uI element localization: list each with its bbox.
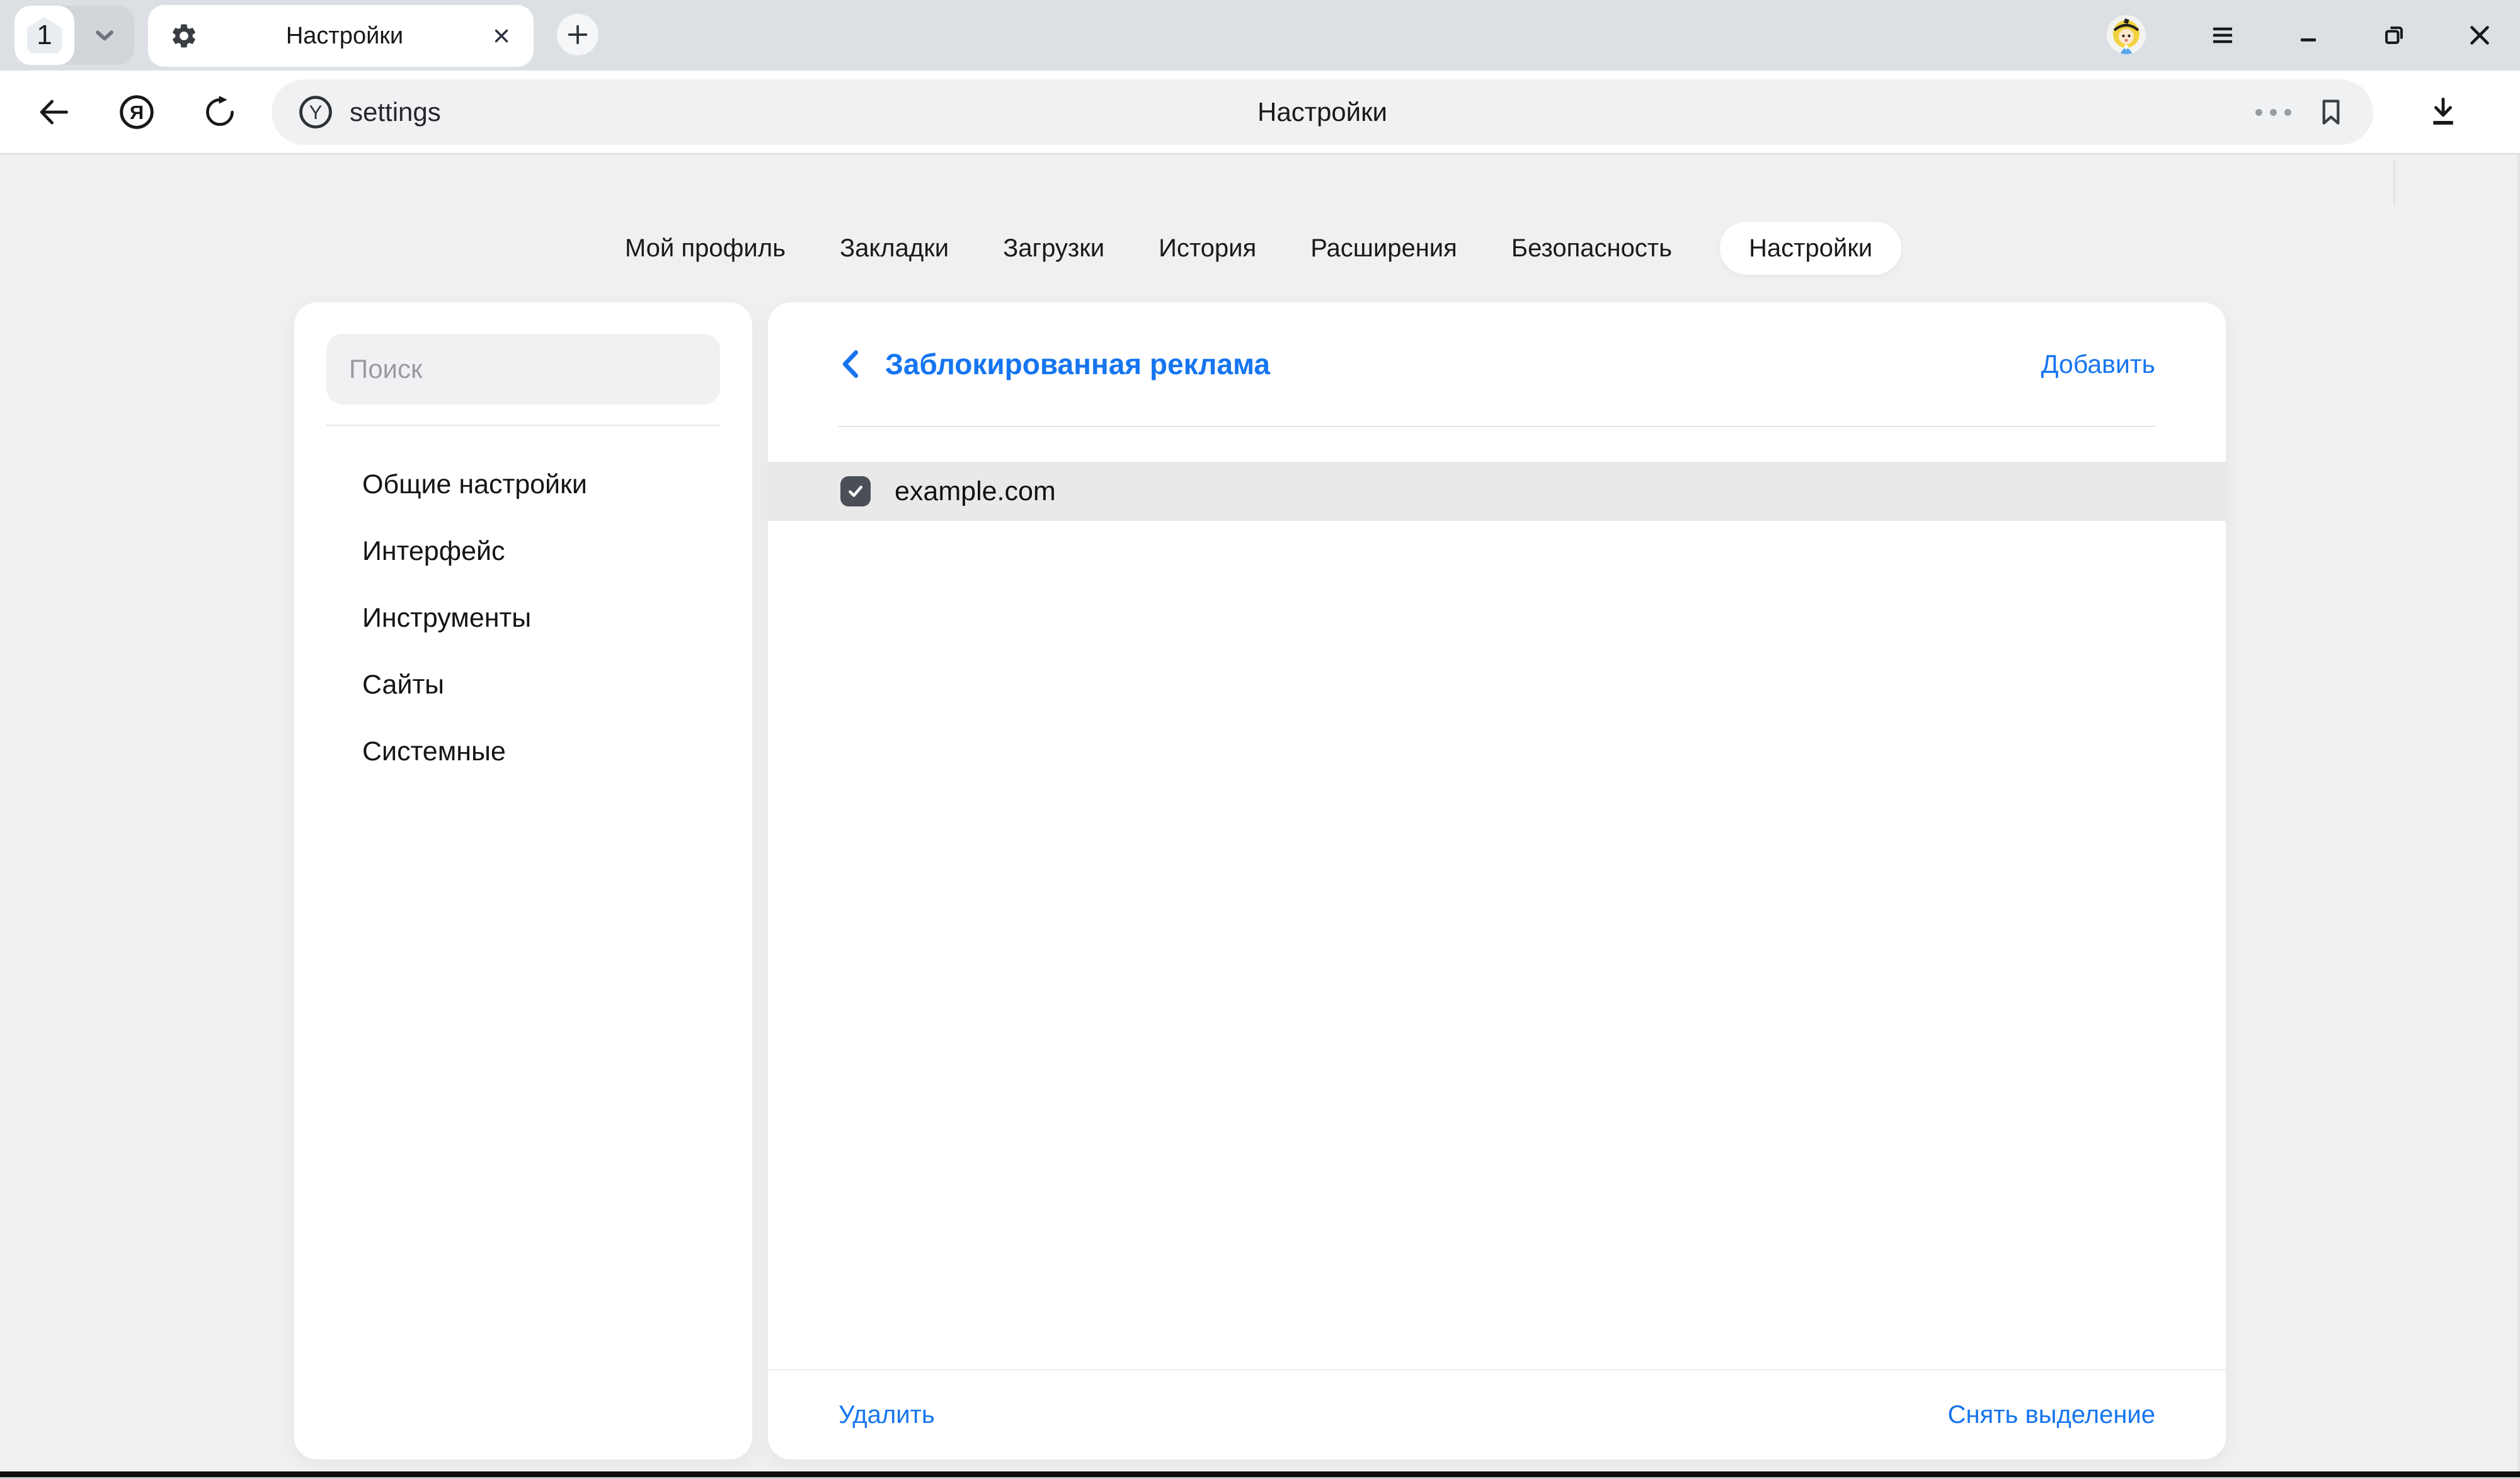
deselect-button[interactable]: Снять выделение [1948, 1401, 2155, 1429]
gear-icon [169, 21, 198, 50]
download-icon [2425, 94, 2461, 130]
tab-title: Настройки [198, 23, 491, 50]
minimize-button[interactable] [2278, 0, 2339, 71]
navigation-toolbar: Я Y settings Настройки [0, 71, 2520, 154]
bookmark-icon [2314, 95, 2348, 129]
tab-list-dropdown-button[interactable] [74, 6, 134, 65]
avatar-image [2107, 15, 2146, 54]
toolbar-divider [2393, 160, 2395, 205]
sidebar-divider [326, 425, 720, 426]
settings-sidebar: Общие настройки Интерфейс Инструменты Са… [294, 302, 752, 1459]
svg-text:Я: Я [130, 101, 144, 123]
address-bar[interactable]: Y settings Настройки [272, 79, 2373, 145]
tab-close-button[interactable] [491, 25, 512, 47]
browser-tab[interactable]: Настройки [148, 5, 534, 67]
hamburger-icon [2209, 21, 2236, 49]
search-input[interactable] [326, 334, 720, 404]
tab-counter-button[interactable]: 1 [14, 6, 74, 65]
protect-badge-icon[interactable]: Y [297, 93, 335, 131]
sidebar-list: Общие настройки Интерфейс Инструменты Са… [294, 451, 752, 785]
url-text[interactable]: settings [350, 97, 441, 127]
address-page-title: Настройки [272, 97, 2373, 127]
panel-back-button[interactable] [839, 348, 864, 380]
tab-count-badge: 1 [27, 17, 62, 54]
panel-footer: Удалить Снять выделение [768, 1369, 2226, 1459]
back-button[interactable] [25, 71, 82, 153]
tab-group-control: 1 [14, 6, 134, 65]
nav-tab-downloads[interactable]: Загрузки [997, 222, 1111, 275]
blocked-domain: example.com [895, 476, 1056, 507]
browser-window: 1 Настройки [0, 0, 2520, 1479]
bookmark-button[interactable] [2314, 95, 2348, 129]
add-button[interactable]: Добавить [2041, 350, 2155, 379]
nav-tab-profile[interactable]: Мой профиль [619, 222, 792, 275]
nav-tab-extensions[interactable]: Расширения [1304, 222, 1463, 275]
maximize-button[interactable] [2364, 0, 2424, 71]
blocked-ads-panel: Заблокированная реклама Добавить example… [768, 302, 2226, 1459]
new-tab-button[interactable] [557, 14, 598, 55]
sidebar-item-tools[interactable]: Инструменты [294, 585, 752, 651]
minimize-icon [2294, 21, 2322, 49]
checkmark-icon [845, 481, 866, 501]
close-icon [2465, 21, 2494, 50]
delete-button[interactable]: Удалить [839, 1401, 935, 1429]
svg-text:Y: Y [309, 101, 323, 123]
nav-tab-history[interactable]: История [1152, 222, 1263, 275]
browser-menu-button[interactable] [2192, 0, 2253, 71]
profile-avatar[interactable] [2107, 15, 2146, 54]
sidebar-item-general[interactable]: Общие настройки [294, 451, 752, 518]
sidebar-item-sites[interactable]: Сайты [294, 651, 752, 718]
blocked-ad-row[interactable]: example.com [768, 462, 2226, 521]
yandex-home-button[interactable]: Я [108, 71, 165, 153]
chevron-down-icon [91, 21, 118, 49]
panel-header: Заблокированная реклама Добавить [768, 302, 2226, 426]
plus-icon [565, 22, 590, 47]
reload-button[interactable] [192, 71, 248, 153]
nav-tab-bookmarks[interactable]: Закладки [833, 222, 955, 275]
chevron-left-icon [839, 348, 864, 380]
nav-tab-security[interactable]: Безопасность [1505, 222, 1678, 275]
arrow-left-icon [35, 94, 72, 130]
more-actions-button[interactable] [2255, 109, 2291, 116]
tab-strip: 1 Настройки [0, 0, 2520, 71]
reload-icon [202, 94, 238, 130]
row-checkbox[interactable] [840, 476, 871, 506]
page-title: Заблокированная реклама [885, 347, 1270, 381]
header-divider [839, 426, 2155, 427]
yandex-logo-icon: Я [117, 93, 156, 132]
window-bottom-edge [0, 1471, 2520, 1477]
sidebar-item-interface[interactable]: Интерфейс [294, 518, 752, 585]
restore-icon [2380, 21, 2408, 49]
downloads-button[interactable] [2412, 71, 2475, 153]
nav-tab-settings[interactable]: Настройки [1720, 222, 1901, 275]
window-right-edge [2517, 154, 2520, 1471]
sidebar-item-system[interactable]: Системные [294, 718, 752, 785]
settings-nav: Мой профиль Закладки Загрузки История Ра… [0, 222, 2520, 275]
close-icon [491, 25, 512, 47]
window-close-button[interactable] [2449, 0, 2510, 71]
